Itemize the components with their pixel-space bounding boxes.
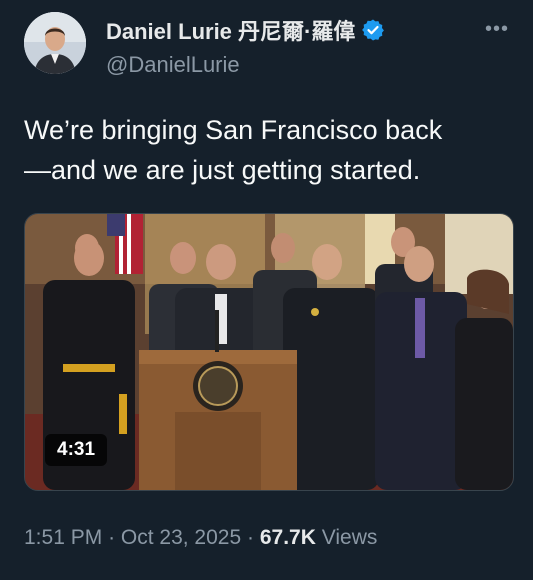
meta-separator: · — [108, 526, 116, 549]
tweet-time[interactable]: 1:51 PM — [24, 526, 102, 549]
tweet-text: We’re bringing San Francisco back —and w… — [24, 115, 443, 185]
tweet-meta: 1:51 PM · Oct 23, 2025 · 67.7K Views — [24, 526, 377, 550]
views-label: Views — [321, 526, 378, 549]
author-name[interactable]: Daniel Lurie 丹尼爾·羅偉 — [106, 14, 355, 46]
verified-badge-icon — [361, 18, 385, 42]
author-handle[interactable]: @DanielLurie — [106, 52, 240, 78]
video-duration: 4:31 — [45, 434, 108, 466]
views-count[interactable]: 67.7K — [260, 526, 316, 549]
meta-separator: · — [247, 526, 254, 549]
tweet-date[interactable]: Oct 23, 2025 — [121, 526, 241, 549]
author-name-row[interactable]: Daniel Lurie 丹尼爾·羅偉 — [106, 14, 385, 46]
more-icon[interactable]: ••• — [485, 18, 509, 41]
avatar[interactable] — [24, 12, 86, 74]
